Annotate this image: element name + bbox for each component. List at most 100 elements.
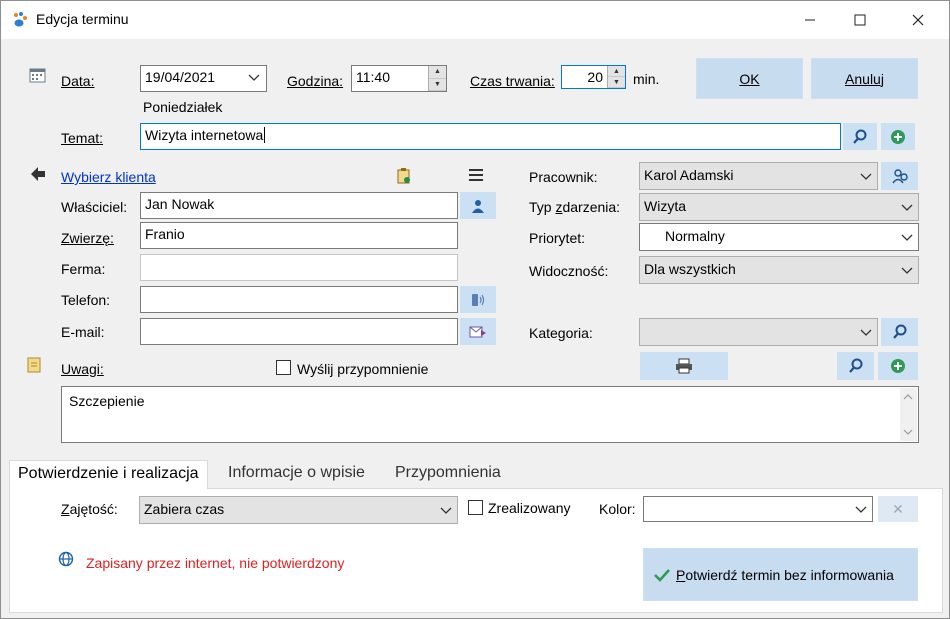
- choose-client-link[interactable]: Wybierz klienta: [61, 169, 156, 185]
- category-label: Kategoria:: [529, 325, 593, 341]
- confirm-label: Potwierdź termin bez informowania: [676, 566, 894, 583]
- hour-label: Godzina:: [287, 73, 344, 89]
- visibility-select[interactable]: Dla wszystkich: [639, 256, 919, 284]
- notes-search-button[interactable]: [837, 352, 874, 380]
- color-select[interactable]: [643, 496, 873, 522]
- tab-entry-info[interactable]: Informacje o wpisie: [220, 460, 373, 489]
- color-label: Kolor:: [599, 501, 636, 517]
- duration-spinner[interactable]: ▲ ▼: [607, 66, 625, 88]
- printer-icon: [676, 358, 692, 374]
- employee-details-button[interactable]: [881, 162, 918, 190]
- duration-value: 20: [587, 69, 603, 85]
- category-search-button[interactable]: [881, 318, 918, 346]
- spin-down-icon[interactable]: ▼: [429, 79, 446, 91]
- employee-select[interactable]: Karol Adamski: [639, 162, 878, 190]
- realized-checkbox[interactable]: [468, 500, 483, 515]
- confirm-without-notify-button[interactable]: Potwierdź termin bez informowania: [643, 548, 918, 601]
- employee-value: Karol Adamski: [644, 167, 734, 183]
- tab-reminders[interactable]: Przypomnienia: [387, 460, 509, 489]
- category-select[interactable]: [639, 318, 878, 346]
- spin-up-icon[interactable]: ▲: [608, 66, 625, 77]
- spin-down-icon[interactable]: ▼: [608, 77, 625, 88]
- phone-label: Telefon:: [61, 292, 111, 308]
- email-input[interactable]: [140, 318, 458, 345]
- notes-label: Uwagi:: [61, 361, 104, 377]
- company-label: Ferma:: [61, 261, 106, 277]
- company-input[interactable]: [140, 254, 458, 281]
- animal-label: Zwierzę:: [61, 230, 114, 246]
- calendar-icon: [29, 68, 46, 83]
- clear-color-button[interactable]: ✕: [878, 496, 918, 522]
- duration-input[interactable]: 20 ▲ ▼: [561, 65, 626, 89]
- subject-input[interactable]: Wizyta internetowa: [140, 123, 841, 150]
- notes-icon: [27, 357, 41, 373]
- hour-spinner[interactable]: ▲ ▼: [428, 66, 446, 91]
- event-type-label: Typ zdarzenia:: [529, 199, 621, 215]
- chevron-down-icon[interactable]: [903, 429, 913, 435]
- minimize-button[interactable]: [787, 1, 833, 39]
- clear-icon: ✕: [892, 500, 904, 517]
- globe-icon: [58, 551, 74, 567]
- people-icon: [891, 169, 908, 184]
- phone-icon: [472, 293, 485, 306]
- notes-textarea[interactable]: Szczepienie: [61, 386, 919, 443]
- search-icon: [892, 324, 906, 339]
- cancel-button[interactable]: Anuluj: [811, 58, 918, 99]
- weekday-text: Poniedziałek: [143, 99, 223, 115]
- close-button[interactable]: [895, 1, 941, 39]
- animal-input[interactable]: Franio: [140, 222, 458, 249]
- hour-input[interactable]: 11:40 ▲ ▼: [351, 65, 447, 92]
- notes-scrollbar[interactable]: [900, 388, 917, 441]
- title-bar: Edycja terminu: [1, 1, 949, 39]
- chevron-down-icon: [901, 234, 913, 241]
- tab-confirmation[interactable]: Potwierdzenie i realizacja: [9, 460, 208, 489]
- owner-details-button[interactable]: [460, 192, 496, 219]
- back-arrow-icon: [31, 167, 45, 181]
- subject-add-button[interactable]: [881, 123, 915, 150]
- priority-value: Normalny: [665, 228, 725, 244]
- chevron-down-icon: [860, 173, 872, 180]
- call-button[interactable]: [460, 286, 496, 313]
- subject-search-button[interactable]: [843, 123, 877, 150]
- date-value: 19/04/2021: [145, 69, 216, 85]
- search-icon: [853, 129, 867, 144]
- plus-circle-icon: [891, 359, 905, 373]
- menu-icon[interactable]: [469, 169, 483, 181]
- send-reminder-checkbox[interactable]: [276, 360, 291, 375]
- send-reminder-label: Wyślij przypomnienie: [297, 361, 429, 377]
- animal-value: Franio: [145, 226, 185, 242]
- realized-label: Zrealizowany: [488, 500, 571, 516]
- plus-circle-icon: [891, 129, 905, 144]
- event-type-select[interactable]: Wizyta: [639, 193, 919, 221]
- owner-input[interactable]: Jan Nowak: [140, 192, 458, 219]
- duration-label: Czas trwania:: [470, 73, 555, 89]
- chevron-down-icon: [248, 74, 260, 81]
- date-picker[interactable]: 19/04/2021: [140, 65, 267, 92]
- chevron-down-icon: [440, 507, 452, 514]
- occupancy-value: Zabiera czas: [144, 501, 225, 517]
- maximize-icon: [854, 14, 866, 26]
- print-button[interactable]: [640, 352, 728, 380]
- ok-button[interactable]: OK: [696, 58, 803, 99]
- clipboard-paw-icon[interactable]: [395, 167, 413, 185]
- send-email-button[interactable]: [460, 318, 496, 345]
- chevron-down-icon: [855, 506, 867, 513]
- chevron-up-icon[interactable]: [903, 394, 913, 400]
- close-icon: [912, 14, 924, 26]
- priority-select[interactable]: Normalny: [639, 223, 919, 251]
- maximize-button[interactable]: [837, 1, 883, 39]
- minimize-icon: [805, 19, 815, 21]
- notes-value: Szczepienie: [69, 393, 145, 409]
- window-title: Edycja terminu: [36, 11, 129, 27]
- chevron-down-icon: [901, 204, 913, 211]
- chevron-down-icon: [901, 267, 913, 274]
- notes-add-button[interactable]: [878, 352, 918, 380]
- owner-value: Jan Nowak: [145, 196, 215, 212]
- phone-input[interactable]: [140, 286, 458, 313]
- spin-up-icon[interactable]: ▲: [429, 66, 446, 79]
- subject-value: Wizyta internetowa: [145, 127, 264, 143]
- duration-unit: min.: [633, 71, 660, 87]
- occupancy-select[interactable]: Zabiera czas: [139, 496, 458, 524]
- employee-label: Pracownik:: [529, 169, 598, 185]
- email-label: E-mail:: [61, 324, 105, 340]
